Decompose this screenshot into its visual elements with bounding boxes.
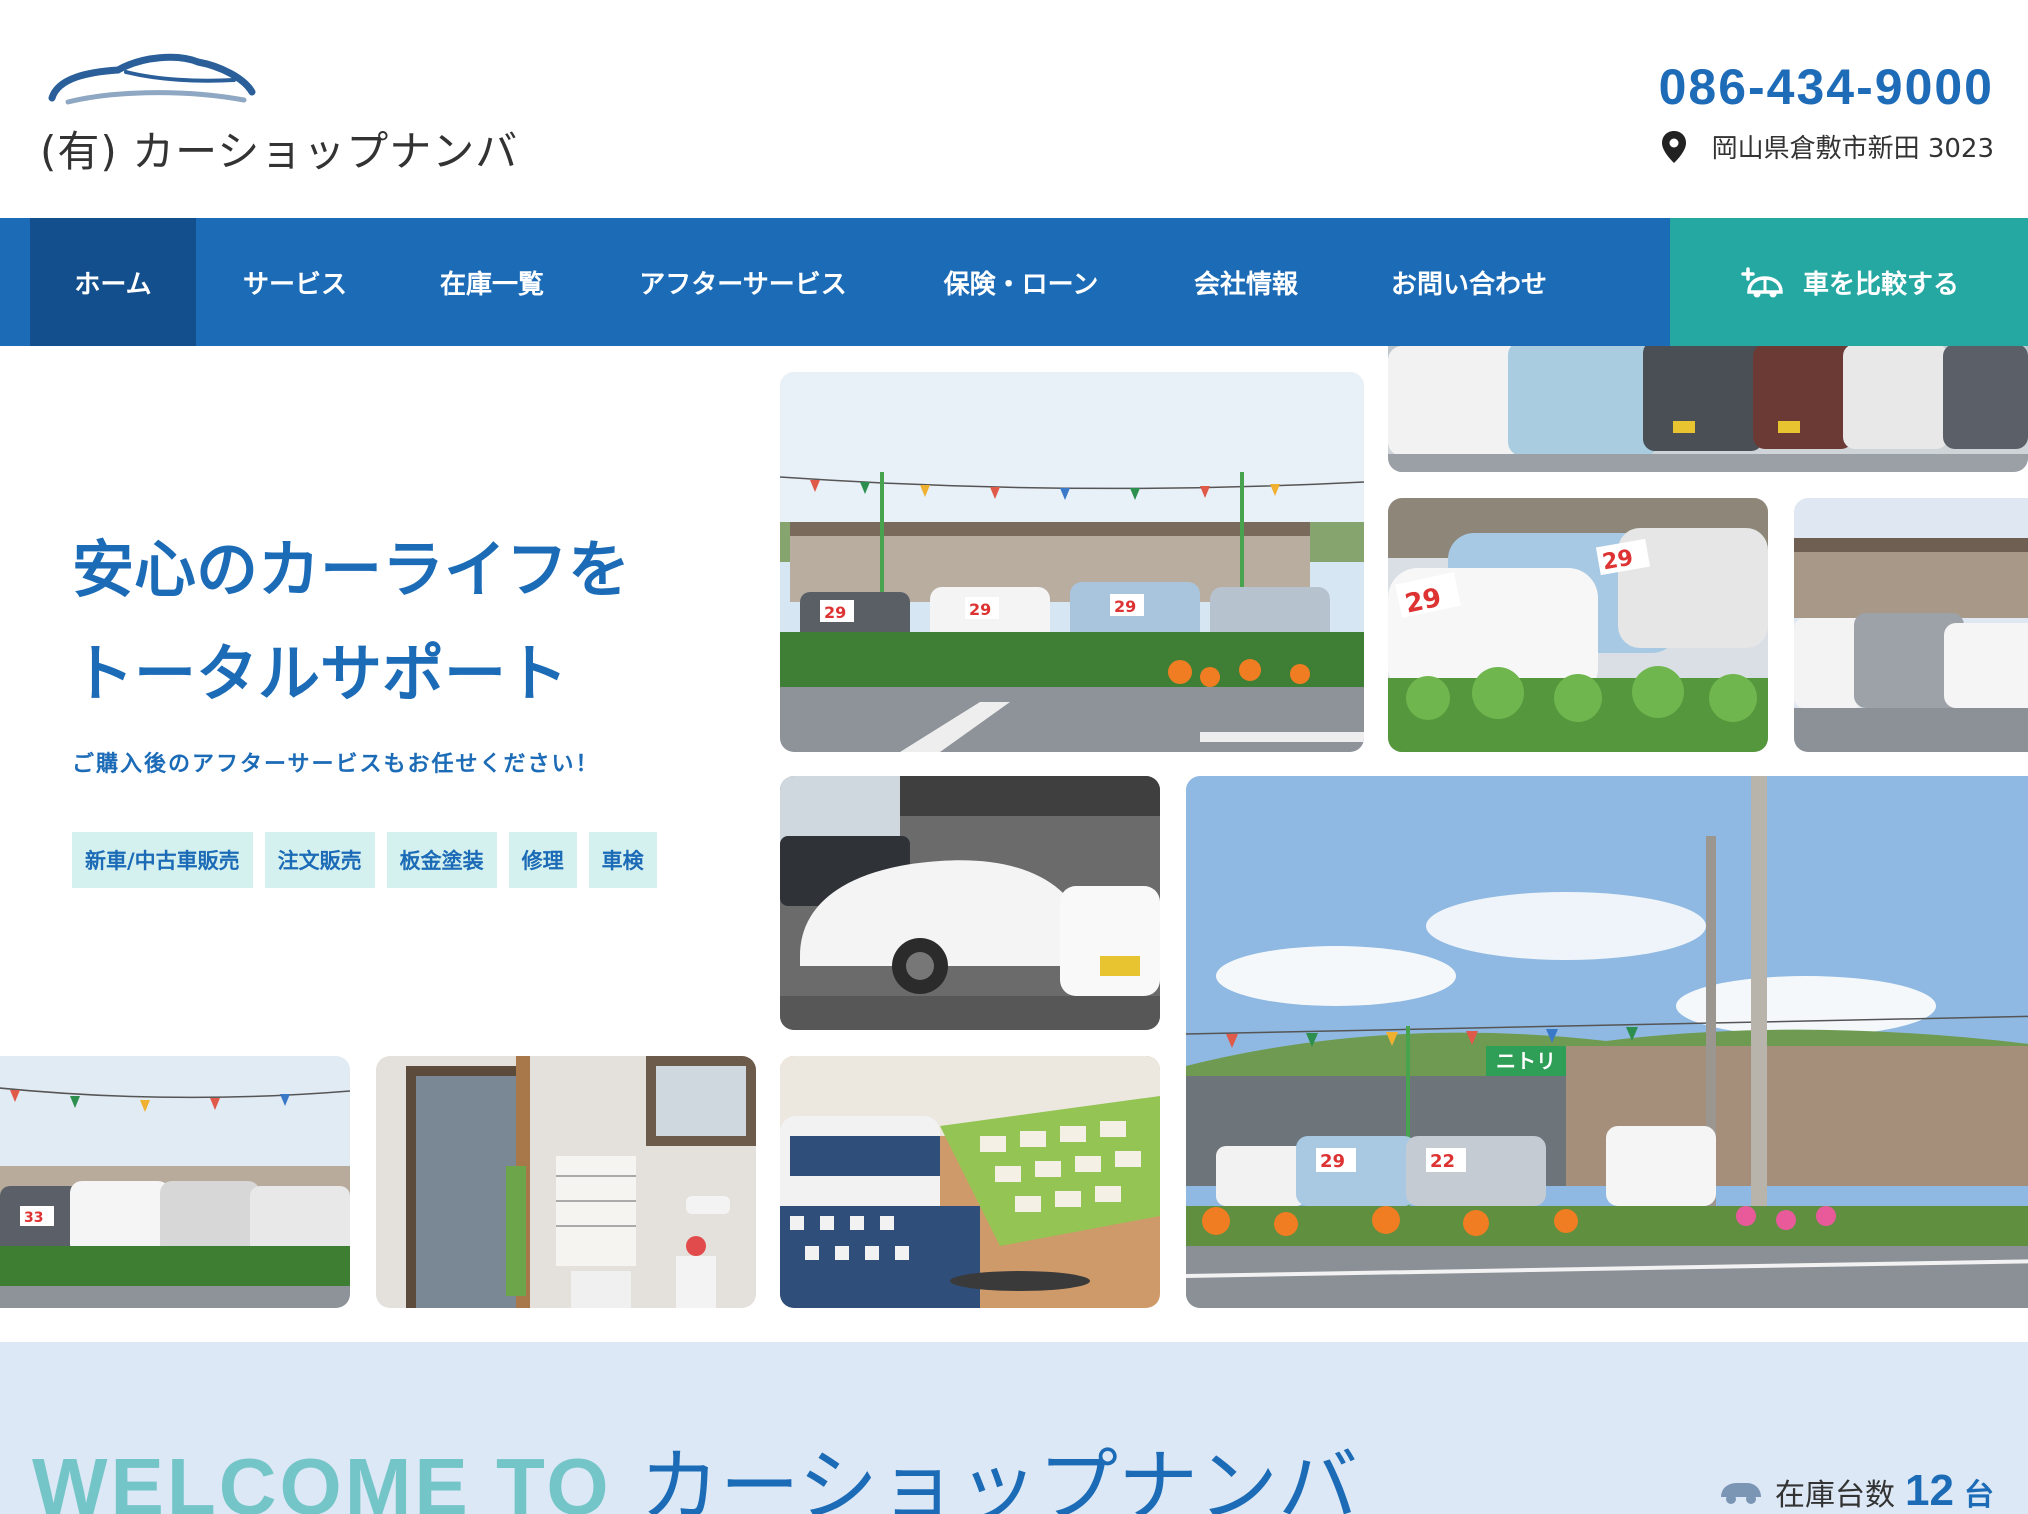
svg-text:29: 29	[824, 603, 846, 622]
main-nav: ホーム サービス 在庫一覧 アフターサービス 保険・ローン 会社情報 お問い合わ…	[0, 218, 2028, 346]
tag-order-sales: 注文販売	[264, 832, 375, 888]
hero-title-line2: トータルサポート	[72, 637, 569, 710]
tag-inspection: 車検	[588, 832, 657, 888]
photo-lot-front: 29 29 29	[780, 372, 1364, 752]
photo-price-tags: 29 29	[1388, 498, 1768, 752]
car-compare-icon	[1741, 267, 1783, 298]
hero-section: 安心のカーライフを トータルサポート ご購入後のアフターサービスもお任せください…	[0, 346, 2028, 1342]
nav-insurance-loan[interactable]: 保険・ローン	[896, 218, 1146, 346]
nav-services[interactable]: サービス	[196, 218, 394, 346]
tag-bodywork: 板金塗装	[386, 832, 497, 888]
compare-cars-button[interactable]: 車を比較する	[1670, 218, 2028, 346]
svg-text:ニトリ: ニトリ	[1496, 1049, 1556, 1073]
svg-text:29: 29	[969, 600, 991, 619]
welcome-title-jp: カーショップナンバ	[639, 1440, 1359, 1514]
tag-repair: 修理	[508, 832, 577, 888]
stock-count: 12	[1905, 1466, 1954, 1514]
car-logo-icon	[48, 53, 256, 105]
welcome-title-en: WELCOME TO	[32, 1442, 612, 1514]
svg-text:29: 29	[1114, 597, 1136, 616]
address: 岡山県倉敷市新田 3023	[1659, 128, 1994, 165]
logo-text: (有) カーショップナンバ	[40, 127, 519, 176]
hero-title: 安心のカーライフを トータルサポート	[72, 518, 630, 726]
address-text: 岡山県倉敷市新田 3023	[1711, 134, 1994, 164]
welcome-title: WELCOME TO カーショップナンバ	[32, 1422, 1358, 1514]
hero-subtitle: ご購入後のアフターサービスもお任せください！	[72, 752, 600, 777]
tag-sales: 新車/中古車販売	[72, 832, 253, 888]
map-pin-icon	[1661, 130, 1686, 163]
service-tags: 新車/中古車販売 注文販売 板金塗装 修理 車検	[72, 832, 657, 888]
svg-text:29: 29	[1601, 545, 1636, 575]
site-logo[interactable]: (有) カーショップナンバ	[40, 52, 520, 176]
compare-label: 車を比較する	[1802, 269, 1959, 300]
nav-inventory[interactable]: 在庫一覧	[394, 218, 590, 346]
photo-white-suv	[780, 776, 1160, 1030]
car-icon	[1721, 1483, 1762, 1504]
contact-info: 086-434-9000 岡山県倉敷市新田 3023	[1659, 58, 1994, 165]
svg-text:22: 22	[1430, 1151, 1455, 1172]
photo-interior	[780, 1056, 1160, 1308]
nav-after-service[interactable]: アフターサービス	[590, 218, 896, 346]
phone-number[interactable]: 086-434-9000	[1659, 58, 1994, 116]
photo-storefront	[376, 1056, 756, 1308]
hero-title-line1: 安心のカーライフを	[72, 533, 631, 606]
nav-home[interactable]: ホーム	[30, 218, 196, 346]
svg-text:33: 33	[24, 1210, 43, 1226]
photo-lot-row	[1388, 346, 2028, 472]
svg-text:29: 29	[1320, 1151, 1345, 1172]
photo-lot-side	[1794, 498, 2028, 752]
stock-label: 在庫台数	[1775, 1478, 1896, 1513]
nav-company[interactable]: 会社情報	[1146, 218, 1346, 346]
stock-count-badge[interactable]: 在庫台数 12 台	[1717, 1466, 1994, 1514]
welcome-section: WELCOME TO カーショップナンバ 在庫台数 12 台	[0, 1342, 2028, 1514]
photo-lot-left: 33	[0, 1056, 350, 1308]
site-header: (有) カーショップナンバ 086-434-9000 岡山県倉敷市新田 3023	[0, 0, 2028, 218]
nav-contact[interactable]: お問い合わせ	[1346, 218, 1592, 346]
photo-lot-wide: ニトリ 29 22	[1186, 776, 2028, 1308]
stock-unit: 台	[1964, 1478, 1994, 1513]
